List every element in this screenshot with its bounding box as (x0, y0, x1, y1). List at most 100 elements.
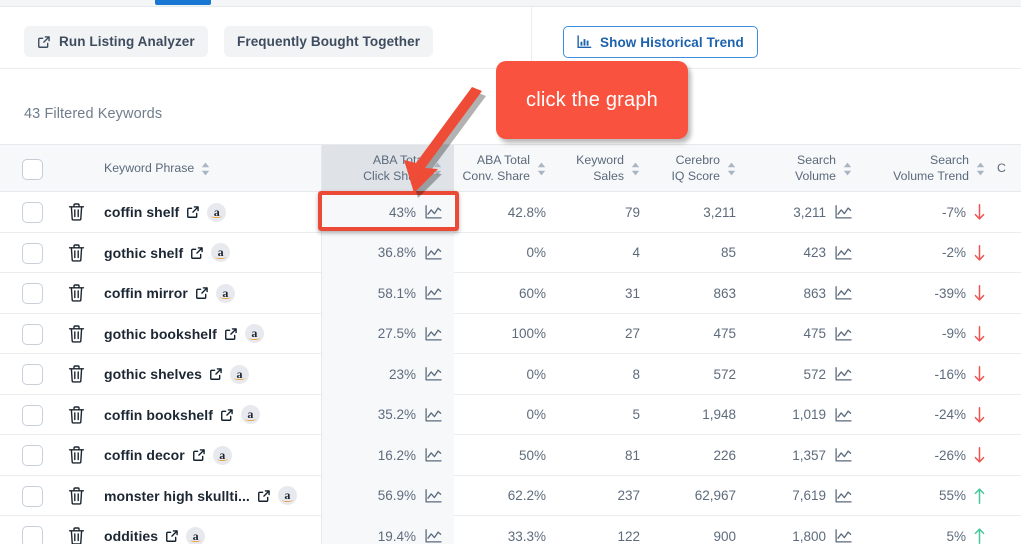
cell-aba-click-share[interactable]: 35.2% (322, 394, 454, 435)
line-chart-icon[interactable] (835, 488, 852, 503)
line-chart-icon[interactable] (425, 245, 442, 260)
sort-arrows-icon[interactable] (843, 162, 852, 176)
row-select-checkbox[interactable] (22, 526, 43, 544)
cell-search-volume[interactable]: 1,357 (748, 435, 864, 476)
trash-icon[interactable] (68, 243, 85, 262)
amazon-icon[interactable]: a (240, 405, 260, 425)
column-header-search-volume[interactable]: Search Volume (748, 145, 864, 192)
sort-arrows-icon[interactable] (727, 162, 736, 176)
external-link-icon[interactable] (195, 286, 209, 300)
amazon-icon[interactable]: a (229, 364, 249, 384)
cell-aba-click-share[interactable]: 58.1% (322, 273, 454, 314)
sort-arrows-icon[interactable] (537, 162, 546, 176)
cell-search-volume[interactable]: 863 (748, 273, 864, 314)
amazon-icon[interactable]: a (212, 445, 232, 465)
line-chart-icon[interactable] (425, 448, 442, 462)
row-select-checkbox[interactable] (22, 364, 43, 385)
external-link-icon[interactable] (257, 489, 271, 503)
select-all-checkbox[interactable] (22, 159, 43, 180)
table-row[interactable]: gothic bookshelf a 27.5% 100% 27 475 475… (0, 313, 1021, 355)
trash-icon[interactable] (68, 365, 85, 383)
column-header-aba-click-share[interactable]: ABA Total Click Share (322, 145, 454, 192)
line-chart-icon[interactable] (425, 529, 442, 543)
line-chart-icon[interactable] (835, 407, 852, 422)
amazon-icon[interactable]: a (207, 202, 227, 222)
sort-arrows-icon[interactable] (976, 162, 985, 176)
line-chart-icon[interactable] (835, 448, 852, 462)
table-row[interactable]: coffin shelf a 43% 42.8% 79 3,211 3,211 … (0, 192, 1021, 233)
column-header-keyword-sales[interactable]: Keyword Sales (558, 145, 652, 192)
table-row[interactable]: coffin mirror a 58.1% 60% 31 863 863 -39… (0, 273, 1021, 314)
cell-aba-click-share[interactable]: 43% (322, 192, 454, 233)
cell-search-volume[interactable]: 1,800 (748, 516, 864, 544)
frequently-bought-together-button[interactable]: Frequently Bought Together (224, 26, 434, 57)
column-header-partial[interactable]: C (997, 145, 1021, 192)
cell-aba-click-share[interactable]: 19.4% (322, 516, 454, 544)
amazon-icon[interactable]: a (215, 283, 235, 303)
show-historical-trend-button[interactable]: Show Historical Trend (563, 26, 758, 58)
line-chart-icon[interactable] (835, 367, 852, 381)
trash-icon[interactable] (68, 446, 85, 464)
external-link-icon[interactable] (165, 529, 179, 543)
external-link-icon[interactable] (220, 408, 234, 422)
cell-aba-click-share[interactable]: 23% (322, 354, 454, 395)
cell-aba-click-share[interactable]: 16.2% (322, 435, 454, 476)
external-link-icon[interactable] (192, 448, 206, 462)
table-row[interactable]: coffin bookshelf a 35.2% 0% 5 1,948 1,01… (0, 394, 1021, 436)
cell-aba-click-share[interactable]: 27.5% (322, 313, 454, 354)
external-link-icon[interactable] (209, 367, 223, 381)
row-select-checkbox[interactable] (22, 242, 43, 264)
line-chart-icon[interactable] (835, 245, 852, 260)
sort-arrows-icon[interactable] (201, 162, 210, 176)
column-header-keyword-phrase[interactable]: Keyword Phrase (104, 145, 284, 192)
line-chart-icon[interactable] (835, 205, 852, 219)
column-header-search-volume-trend[interactable]: Search Volume Trend (864, 145, 997, 192)
cell-aba-click-share[interactable]: 36.8% (322, 232, 454, 273)
row-select-checkbox[interactable] (22, 404, 43, 426)
cell-search-volume[interactable]: 1,019 (748, 395, 864, 436)
cell-search-volume[interactable]: 7,619 (748, 476, 864, 517)
table-row[interactable]: coffin decor a 16.2% 50% 81 226 1,357 -2… (0, 435, 1021, 476)
row-select-checkbox[interactable] (22, 445, 43, 466)
amazon-icon[interactable]: a (211, 243, 231, 263)
amazon-icon[interactable]: a (186, 526, 206, 544)
row-select-checkbox[interactable] (22, 323, 43, 345)
line-chart-icon[interactable] (835, 326, 852, 341)
line-chart-icon[interactable] (425, 326, 442, 341)
run-listing-analyzer-button[interactable]: Run Listing Analyzer (24, 26, 208, 57)
table-row[interactable]: gothic shelf a 36.8% 0% 4 85 423 -2% (0, 232, 1021, 274)
line-chart-icon[interactable] (835, 529, 852, 543)
sort-arrows-icon[interactable] (433, 162, 442, 176)
cell-aba-click-share[interactable]: 56.9% (322, 475, 454, 516)
trash-icon[interactable] (68, 527, 85, 544)
amazon-icon[interactable]: a (244, 324, 264, 344)
line-chart-icon[interactable] (425, 488, 442, 503)
row-select-checkbox[interactable] (22, 283, 43, 304)
trash-icon[interactable] (68, 324, 85, 343)
external-link-icon[interactable] (224, 327, 238, 341)
line-chart-icon[interactable] (425, 367, 442, 381)
line-chart-icon[interactable] (425, 407, 442, 422)
cell-search-volume[interactable]: 572 (748, 354, 864, 395)
cell-search-volume[interactable]: 3,211 (748, 192, 864, 233)
line-chart-icon[interactable] (425, 205, 442, 219)
trash-icon[interactable] (68, 486, 85, 505)
row-select-checkbox[interactable] (22, 202, 43, 223)
cell-search-volume[interactable]: 423 (748, 233, 864, 274)
trash-icon[interactable] (68, 405, 85, 424)
table-row[interactable]: oddities a 19.4% 33.3% 122 900 1,800 5% (0, 516, 1021, 544)
trash-icon[interactable] (68, 284, 85, 302)
table-row[interactable]: monster high skullti... a 56.9% 62.2% 23… (0, 475, 1021, 517)
sort-arrows-icon[interactable] (631, 162, 640, 176)
cell-search-volume[interactable]: 475 (748, 314, 864, 355)
external-link-icon[interactable] (186, 205, 200, 219)
trash-icon[interactable] (68, 203, 85, 221)
line-chart-icon[interactable] (425, 286, 442, 300)
external-link-icon[interactable] (190, 246, 204, 260)
table-row[interactable]: gothic shelves a 23% 0% 8 572 572 -16% (0, 354, 1021, 395)
column-header-cerebro-iq[interactable]: Cerebro IQ Score (652, 145, 748, 192)
line-chart-icon[interactable] (835, 286, 852, 300)
column-header-aba-conv-share[interactable]: ABA Total Conv. Share (454, 145, 558, 192)
amazon-icon[interactable]: a (277, 486, 297, 506)
row-select-checkbox[interactable] (22, 485, 43, 507)
